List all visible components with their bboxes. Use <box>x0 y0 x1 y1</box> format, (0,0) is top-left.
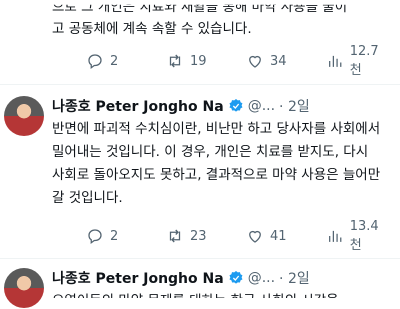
retweet-count: 23 <box>190 228 207 244</box>
tweet-actions: 2 23 41 13.4천 <box>80 219 390 253</box>
previous-tweet-text: 으로 그 개인은 치료와 재활을 통해 마약 사용을 줄이 고 공동체에 계속 … <box>52 0 382 40</box>
retweet-icon <box>169 54 181 68</box>
next-tweet-text: 오염이든의 마약 문제를 대하는 한국 사회의 시각을 <box>52 293 339 309</box>
previous-tweet-line1: 으로 그 개인은 치료와 재활을 통해 마약 사용을 줄이 <box>52 0 348 15</box>
tweet-time[interactable]: · 2일 <box>279 96 310 116</box>
views-count: 12.7천 <box>349 44 379 78</box>
next-tweet-header: 나종호 Peter Jongho Na @... · 2일 <box>52 268 310 288</box>
author-name[interactable]: 나종호 Peter Jongho Na <box>52 268 224 288</box>
reply-icon <box>88 229 102 245</box>
like-count: 34 <box>270 53 287 69</box>
like-button[interactable]: 41 <box>246 227 287 245</box>
like-count: 41 <box>270 228 287 244</box>
avatar[interactable] <box>4 268 44 308</box>
heart-icon <box>249 55 261 68</box>
author-name[interactable]: 나종호 Peter Jongho Na <box>52 96 224 116</box>
views-button[interactable]: 12.7천 <box>326 44 390 78</box>
author-handle[interactable]: @... <box>248 98 275 114</box>
retweet-button[interactable]: 19 <box>166 52 207 70</box>
like-button[interactable]: 34 <box>246 52 287 70</box>
heart-icon <box>249 230 261 243</box>
views-count: 13.4천 <box>349 219 379 253</box>
divider <box>0 84 400 85</box>
previous-tweet-actions: 2 19 34 12.7천 <box>80 44 390 78</box>
divider <box>0 258 400 259</box>
previous-tweet-line2: 고 공동체에 계속 속할 수 있습니다. <box>52 21 252 37</box>
avatar[interactable] <box>4 96 44 136</box>
reply-count: 2 <box>110 53 119 69</box>
tweet-time[interactable]: · 2일 <box>279 268 310 288</box>
views-icon <box>329 230 342 242</box>
verified-badge-icon <box>229 271 243 284</box>
retweet-count: 19 <box>190 53 207 69</box>
reply-count: 2 <box>110 228 119 244</box>
reply-icon <box>88 54 102 70</box>
tweet-header: 나종호 Peter Jongho Na @... · 2일 <box>52 96 310 116</box>
views-icon <box>329 55 342 67</box>
author-handle[interactable]: @... <box>248 270 275 286</box>
retweet-button[interactable]: 23 <box>166 227 207 245</box>
reply-button[interactable]: 2 <box>86 52 118 70</box>
retweet-icon <box>169 229 181 243</box>
tweet-text: 반면에 파괴적 수치심이란, 비난만 하고 당사자를 사회에서 밀어내는 것입니… <box>52 121 381 206</box>
views-button[interactable]: 13.4천 <box>326 219 390 253</box>
verified-badge-icon <box>229 99 243 112</box>
reply-button[interactable]: 2 <box>86 227 118 245</box>
